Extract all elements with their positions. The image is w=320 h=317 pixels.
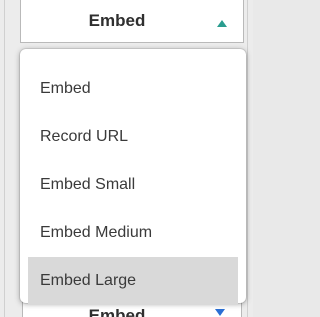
divider-left	[4, 0, 5, 317]
menu-item-label: Embed Medium	[40, 224, 153, 241]
menu-item-embed-large[interactable]: Embed Large	[28, 257, 238, 305]
divider-right	[247, 0, 248, 317]
embed-select-value: Embed	[88, 11, 146, 30]
caret-up-icon[interactable]	[217, 20, 227, 27]
menu-item-label: Embed Small	[40, 176, 136, 193]
menu-item-label: Record URL	[40, 128, 129, 145]
menu-item-record-url[interactable]: Record URL	[28, 113, 238, 161]
menu-item-embed-medium[interactable]: Embed Medium	[28, 209, 238, 257]
menu-item-label: Embed	[40, 80, 91, 97]
embed-options-menu: Embed Record URL Embed Small Embed Mediu…	[20, 49, 246, 305]
embed-select-secondary-value: Embed	[88, 306, 146, 317]
menu-item-embed[interactable]: Embed	[28, 65, 238, 113]
caret-down-icon	[215, 309, 225, 316]
embed-select[interactable]: Embed	[20, 0, 244, 43]
menu-item-label: Embed Large	[40, 272, 137, 289]
screen: Embed Embed Embed Record URL Embed Small…	[0, 0, 253, 317]
menu-item-embed-small[interactable]: Embed Small	[28, 161, 238, 209]
